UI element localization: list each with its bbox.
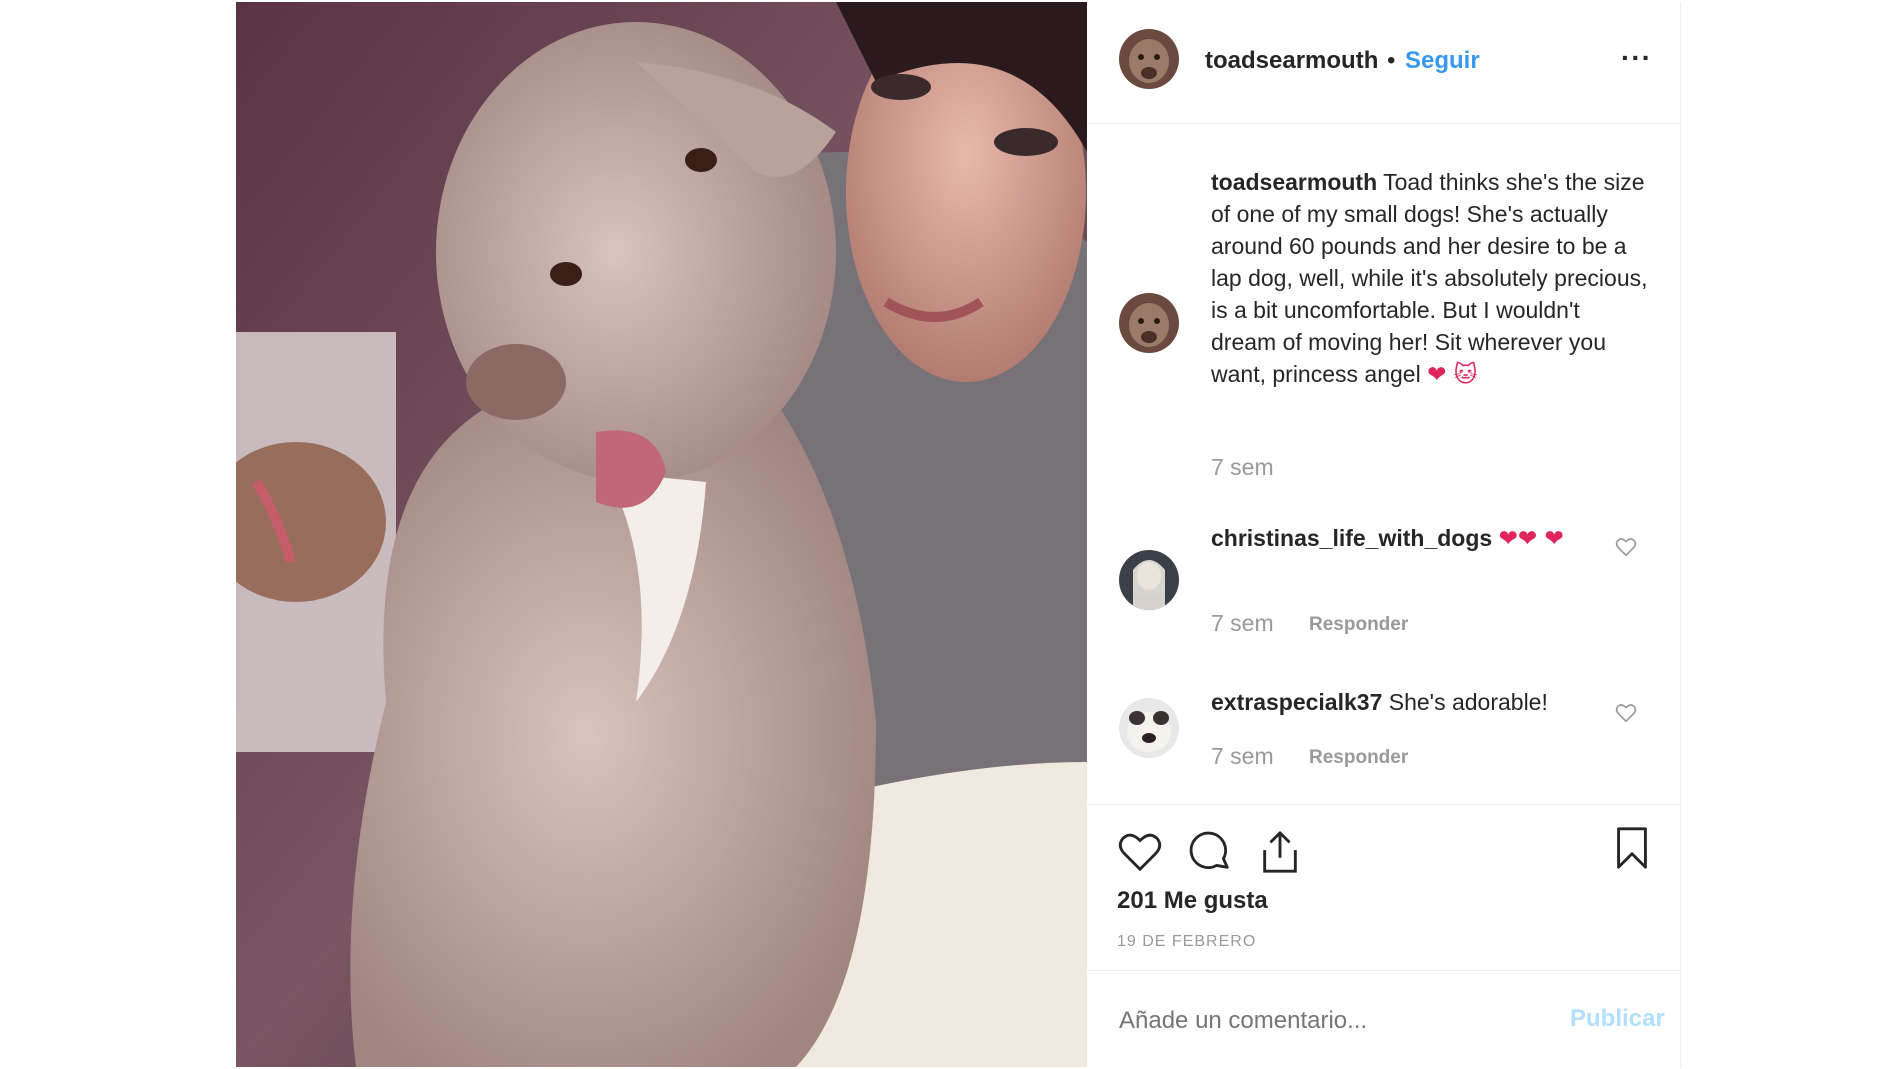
comment-icon[interactable]: [1187, 829, 1233, 875]
comment-item: christinas_life_with_dogs ❤❤ ❤: [1211, 522, 1631, 555]
reply-button[interactable]: Responder: [1309, 747, 1408, 769]
comment-input[interactable]: [1117, 1003, 1551, 1039]
post-caption: toadsearmouth Toad thinks she's the size…: [1211, 166, 1651, 391]
caption-avatar[interactable]: [1119, 293, 1179, 353]
bookmark-icon[interactable]: [1609, 825, 1655, 871]
like-comment-heart-icon[interactable]: [1615, 536, 1637, 558]
caption-emojis: ❤ 🐱: [1427, 362, 1478, 388]
comment-text: She's adorable!: [1388, 689, 1548, 715]
comment-timestamp[interactable]: 7 sem: [1211, 743, 1274, 770]
reply-button[interactable]: Responder: [1309, 614, 1408, 636]
likes-count[interactable]: 201 Me gusta: [1117, 887, 1268, 915]
caption-text: Toad thinks she's the size of one of my …: [1211, 169, 1648, 387]
more-options-icon[interactable]: ···: [1621, 42, 1652, 74]
post-header: toadsearmouth • Seguir ···: [1087, 2, 1680, 124]
caption-username[interactable]: toadsearmouth: [1211, 169, 1377, 195]
post-date: 19 DE FEBRERO: [1117, 933, 1257, 950]
share-icon[interactable]: [1257, 829, 1303, 875]
comment-item: extraspecialk37 She's adorable!: [1211, 686, 1631, 718]
post-actions: 201 Me gusta 19 DE FEBRERO: [1087, 804, 1680, 965]
heart-icon[interactable]: [1117, 829, 1163, 875]
like-comment-heart-icon[interactable]: [1615, 702, 1637, 724]
caption-timestamp[interactable]: 7 sem: [1211, 454, 1274, 481]
comment-timestamp[interactable]: 7 sem: [1211, 610, 1274, 637]
comment-username[interactable]: extraspecialk37: [1211, 689, 1382, 715]
publish-button[interactable]: Publicar: [1570, 1005, 1665, 1033]
comment-username[interactable]: christinas_life_with_dogs: [1211, 525, 1492, 551]
commenter-avatar[interactable]: [1119, 698, 1179, 758]
separator-dot: •: [1387, 47, 1396, 74]
follow-button[interactable]: Seguir: [1405, 47, 1480, 75]
post-photo[interactable]: [236, 2, 1087, 1067]
post-side-panel: toadsearmouth • Seguir ··· toadsearmouth…: [1087, 2, 1681, 1067]
author-username[interactable]: toadsearmouth: [1205, 47, 1378, 75]
add-comment-bar: Publicar: [1087, 970, 1680, 1068]
comment-text: ❤❤ ❤: [1498, 526, 1564, 552]
commenter-avatar[interactable]: [1119, 550, 1179, 610]
author-avatar[interactable]: [1119, 29, 1179, 89]
